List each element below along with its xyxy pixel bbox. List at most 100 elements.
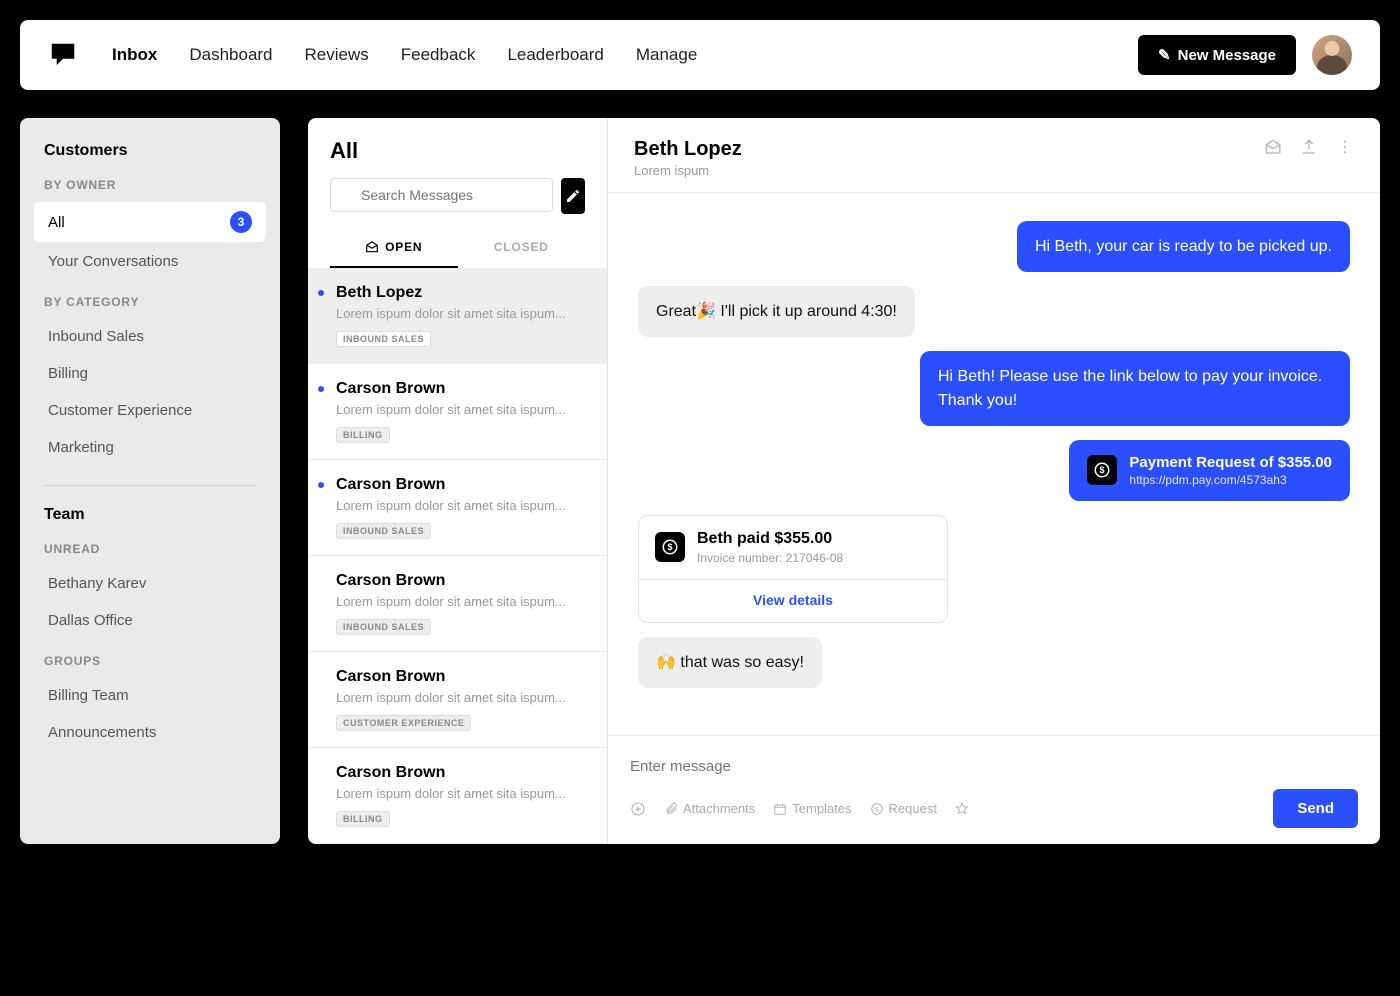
upload-icon[interactable] [1300,138,1318,161]
sidebar-item-owner[interactable]: Your Conversations [34,244,266,279]
more-icon[interactable] [1336,138,1354,161]
receipt-invoice: Invoice number: 217046-08 [697,551,843,565]
svg-text:$: $ [875,806,879,813]
count-badge: 3 [230,211,252,233]
by-owner-label: BY OWNER [44,178,256,192]
sidebar-item-group[interactable]: Announcements [34,715,266,750]
sidebar-item-label: Dallas Office [48,612,133,629]
nav-item-manage[interactable]: Manage [636,45,697,65]
nav-item-leaderboard[interactable]: Leaderboard [507,45,603,65]
unread-label: UNREAD [44,542,256,556]
tab-open[interactable]: OPEN [330,228,458,268]
templates-button[interactable]: Templates [773,801,851,816]
inbox-open-icon [365,240,379,254]
sidebar-item-category[interactable]: Customer Experience [34,393,266,428]
conversation-name: Carson Brown [336,572,587,590]
user-avatar[interactable] [1312,35,1352,75]
svg-text:$: $ [667,542,672,552]
dollar-icon: $ [655,532,685,562]
send-button[interactable]: Send [1273,789,1358,828]
sidebar-customers-title: Customers [44,142,256,160]
sidebar-item-unread[interactable]: Dallas Office [34,603,266,638]
content: All OPEN CLOSED [308,118,1380,844]
conversation-name: Beth Lopez [336,284,587,302]
conversation-tag: INBOUND SALES [336,523,431,539]
payment-request[interactable]: $Payment Request of $355.00https://pdm.p… [1069,440,1350,501]
sidebar-item-label: Billing [48,365,88,382]
conversation-preview: Lorem ispum dolor sit amet sita ispum... [336,594,587,609]
sidebar-item-category[interactable]: Inbound Sales [34,319,266,354]
calendar-icon [773,802,787,816]
conversation-name: Carson Brown [336,764,587,782]
payment-receipt: $Beth paid $355.00Invoice number: 217046… [638,515,948,623]
message-outgoing: Hi Beth! Please use the link below to pa… [920,351,1350,425]
tab-closed[interactable]: CLOSED [458,228,586,268]
payment-title: Payment Request of $355.00 [1129,454,1332,471]
new-message-label: New Message [1178,47,1276,64]
message-input[interactable] [630,752,1358,789]
thread-subtitle: Lorem ispum [634,163,1264,178]
message-list-title: All [330,138,585,164]
add-button[interactable] [630,801,646,817]
sidebar-item-label: Your Conversations [48,253,178,270]
conversation-preview: Lorem ispum dolor sit amet sita ispum... [336,402,587,417]
view-details-link[interactable]: View details [753,592,833,608]
sidebar-item-category[interactable]: Marketing [34,430,266,465]
by-category-label: BY CATEGORY [44,295,256,309]
nav-item-reviews[interactable]: Reviews [305,45,369,65]
dollar-icon: $ [1087,455,1117,485]
paperclip-icon [664,802,678,816]
sidebar-item-group[interactable]: Billing Team [34,678,266,713]
message-incoming: Great🎉 I'll pick it up around 4:30! [638,286,915,337]
pencil-icon [565,188,581,204]
conversation-item[interactable]: Carson BrownLorem ispum dolor sit amet s… [308,460,607,556]
conversation-item[interactable]: Carson Brown Lorem ispum dolor sit amet s… [308,556,607,652]
conversation-preview: Lorem ispum dolor sit amet sita ispum... [336,306,587,321]
sidebar-divider [44,485,256,486]
unread-indicator [318,482,324,488]
compose-button[interactable] [561,178,585,214]
logo [48,40,78,70]
sidebar-item-label: Bethany Karev [48,575,146,592]
dollar-circle-icon: $ [870,802,884,816]
conversation-preview: Lorem ispum dolor sit amet sita ispum... [336,786,587,801]
conversation-preview: Lorem ispum dolor sit amet sita ispum... [336,690,587,705]
thread: Beth Lopez Lorem ispum Hi Beth, your car… [608,118,1380,844]
pencil-icon: ✎ [1158,46,1171,64]
plus-circle-icon [630,801,646,817]
conversation-tag: INBOUND SALES [336,331,431,347]
search-input[interactable] [330,178,553,212]
sidebar-item-label: Billing Team [48,687,129,704]
conversation-name: Carson Brown [336,668,587,686]
sidebar-item-unread[interactable]: Bethany Karev [34,566,266,601]
star-icon [955,802,969,816]
svg-text:$: $ [1100,465,1105,475]
conversation-name: Carson Brown [336,380,587,398]
sidebar-item-label: All [48,214,65,231]
main-nav: Inbox Dashboard Reviews Feedback Leaderboard… [112,45,1138,65]
star-button[interactable] [955,802,969,816]
conversation-tag: BILLING [336,427,390,443]
conversation-item[interactable]: Carson Brown Lorem ispum dolor sit amet s… [308,364,607,460]
nav-item-feedback[interactable]: Feedback [401,45,476,65]
conversation-item[interactable]: Carson Brown Lorem ispum dolor sit amet s… [308,748,607,844]
request-button[interactable]: $Request [870,801,937,816]
thread-contact-name: Beth Lopez [634,138,1264,161]
inbox-icon[interactable] [1264,138,1282,161]
sidebar-item-owner[interactable]: All 3 [34,202,266,242]
conversation-preview: Lorem ispum dolor sit amet sita ispum... [336,498,587,513]
attachments-button[interactable]: Attachments [664,801,755,816]
nav-item-dashboard[interactable]: Dashboard [189,45,272,65]
nav-item-inbox[interactable]: Inbox [112,45,157,65]
unread-indicator [318,290,324,296]
message-list: All OPEN CLOSED [308,118,608,844]
unread-indicator [318,386,324,392]
sidebar-item-category[interactable]: Billing [34,356,266,391]
conversation-item[interactable]: Beth Lopez Lorem ispum dolor sit amet sit… [308,268,607,364]
conversation-tag: INBOUND SALES [336,619,431,635]
new-message-button[interactable]: ✎ New Message [1138,35,1296,75]
conversation-item[interactable]: Carson Brown Lorem ispum dolor sit amet s… [308,652,607,748]
sidebar: Customers BY OWNER All 3 Your Conversation… [20,118,280,844]
composer: Attachments Templates $Request Send [608,735,1380,844]
sidebar-item-label: Announcements [48,724,156,741]
